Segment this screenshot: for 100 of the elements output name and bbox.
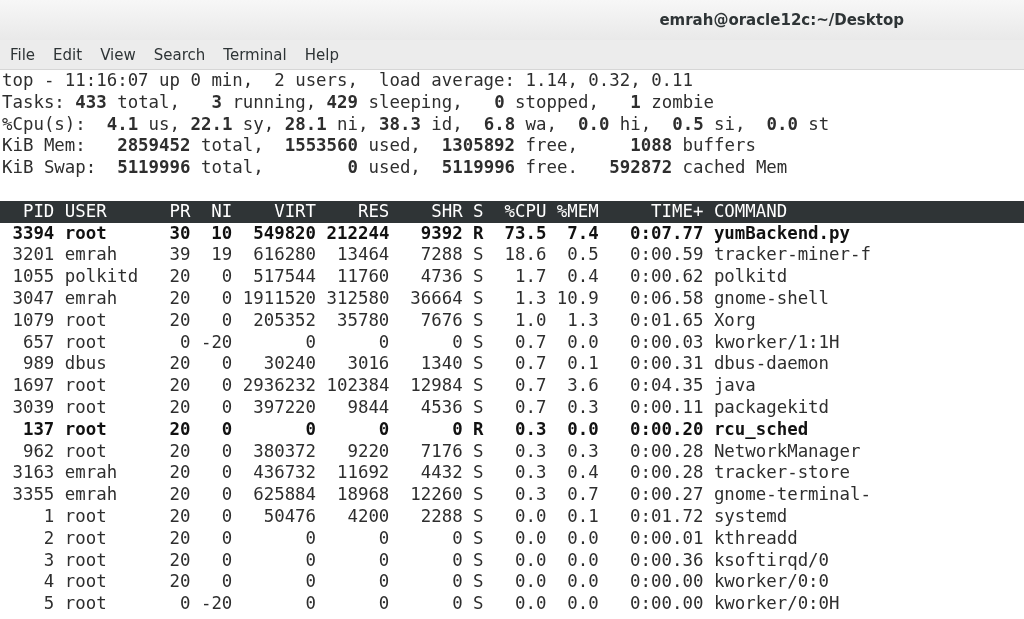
table-cell-text: 0: [220, 375, 233, 397]
column-header: VIRT: [273, 200, 317, 223]
table-cell-text: 19: [210, 244, 233, 267]
table-cell-text: root: [64, 331, 108, 354]
menu-item[interactable]: View: [94, 43, 142, 66]
menu-item[interactable]: Edit: [47, 43, 89, 66]
table-cell-text: 657: [21, 331, 55, 354]
table-cell-text: 0: [377, 549, 390, 572]
table-cell-text: 20: [168, 353, 191, 376]
table-cell-text: 0:07.77: [629, 222, 704, 245]
table-cell-text: 0:00.36: [629, 549, 704, 572]
table-cell-text: 0:00.00: [629, 593, 704, 615]
column-header: NI: [210, 200, 233, 223]
table-cell-text: 205352: [252, 309, 317, 332]
table-cell: S: [473, 396, 484, 419]
table-cell-text: 20: [168, 266, 191, 288]
table-cell-text: tracker-miner-f: [713, 244, 872, 267]
table-cell-text: 0:00.11: [629, 396, 704, 419]
table-cell-text: 0.0: [566, 331, 599, 354]
table-cell-text: 7.4: [566, 222, 599, 245]
table-cell-text: 2288: [419, 505, 463, 528]
table-cell-text: 0: [304, 527, 317, 550]
table-cell-text: 0.0: [513, 549, 547, 572]
table-cell-text: systemd: [713, 505, 789, 528]
table-cell-text: 73.5: [503, 222, 547, 245]
table-cell-text: 0: [304, 418, 317, 441]
table-cell-text: 1055: [11, 266, 55, 288]
table-cell-text: 20: [168, 287, 191, 310]
table-cell-text: 18.6: [503, 244, 547, 267]
table-cell-text: 0.7: [513, 353, 547, 376]
table-cell-text: 3: [42, 549, 55, 572]
table-cell-text: 0: [377, 331, 390, 354]
table-cell-text: emrah: [64, 462, 119, 485]
table-cell-text: dbus: [64, 353, 108, 376]
table-cell-text: 0.4: [566, 462, 599, 485]
table-cell: S: [473, 484, 484, 506]
table-cell-text: 1.3: [566, 309, 599, 332]
table-cell-text: 20: [168, 571, 191, 594]
summary-line: Tasks: 433 total, 3 running, 429 sleeping, 0 stopped, 1 zombie: [2, 91, 716, 114]
table-cell-text: 13464: [336, 244, 390, 267]
table-cell-text: 4200: [346, 505, 390, 528]
table-cell-text: root: [64, 375, 108, 397]
table-cell-text: root: [64, 505, 108, 528]
table-cell-text: 380372: [252, 440, 317, 463]
table-cell-text: 0:01.65: [629, 309, 704, 332]
table-cell: 312580: [326, 287, 390, 310]
column-header: SHR: [430, 200, 463, 223]
table-cell-text: 30: [168, 222, 191, 245]
column-header: RES: [356, 200, 390, 223]
table-cell-text: 3201: [11, 244, 55, 267]
table-cell-text: 0.1: [566, 505, 599, 528]
menu-item[interactable]: Help: [298, 43, 345, 66]
table-cell-text: 0.3: [513, 484, 547, 506]
menu-item[interactable]: Terminal: [217, 43, 293, 66]
menu-item[interactable]: File: [4, 43, 42, 66]
table-cell-text: 4: [42, 571, 55, 594]
table-cell-text: 0:00.28: [629, 462, 704, 485]
table-cell-text: 20: [168, 440, 191, 463]
table-cell-text: 18968: [336, 484, 390, 506]
table-cell-text: Xorg: [713, 309, 757, 332]
table-cell-text: 549820: [252, 222, 317, 245]
table-cell-text: 12984: [409, 375, 463, 397]
menu-item[interactable]: Search: [147, 43, 212, 66]
table-cell-text: 0: [220, 353, 233, 376]
column-header: S: [473, 200, 484, 223]
table-cell-text: 0:00.31: [629, 353, 704, 376]
table-cell-text: 20: [168, 484, 191, 506]
table-cell-text: 0.0: [513, 527, 547, 550]
table-cell-text: 0:00.03: [629, 331, 704, 354]
table-cell-text: 0:00.00: [629, 571, 704, 594]
table-cell-text: 0.3: [566, 440, 599, 463]
table-cell: 2936232: [242, 375, 317, 397]
table-cell-text: tracker-store: [713, 462, 851, 485]
table-cell-text: root: [64, 527, 108, 550]
table-cell-text: kworker/1:1H: [713, 331, 841, 354]
table-cell-text: 0: [220, 440, 233, 463]
table-cell-text: 0.0: [566, 527, 599, 550]
table-cell: S: [473, 309, 484, 332]
table-cell-text: 3355: [11, 484, 55, 506]
table-cell: S: [473, 375, 484, 397]
window-title: emrah@oracle12c:~/Desktop: [659, 11, 904, 29]
table-cell-text: 0: [178, 331, 191, 354]
table-cell-text: 3.6: [566, 375, 599, 397]
table-cell-text: 0.7: [513, 396, 547, 419]
table-cell-text: polkitd: [64, 266, 140, 288]
table-cell-text: 1697: [11, 375, 55, 397]
table-cell-text: 0.1: [566, 353, 599, 376]
table-cell-text: 9220: [346, 440, 390, 463]
table-cell-text: kthreadd: [713, 527, 799, 550]
table-cell: S: [473, 266, 484, 288]
table-cell-text: 0: [220, 527, 233, 550]
table-cell-text: 0.0: [566, 593, 599, 615]
table-cell-text: 0.3: [513, 418, 547, 441]
table-cell-text: 11760: [336, 266, 390, 288]
column-header: PID: [21, 200, 55, 223]
table-cell-text: kworker/0:0: [713, 571, 831, 594]
table-cell-text: 5: [42, 593, 55, 615]
table-cell: 102384: [326, 375, 390, 397]
table-cell-text: 9844: [346, 396, 390, 419]
table-cell-text: 0: [451, 331, 463, 354]
